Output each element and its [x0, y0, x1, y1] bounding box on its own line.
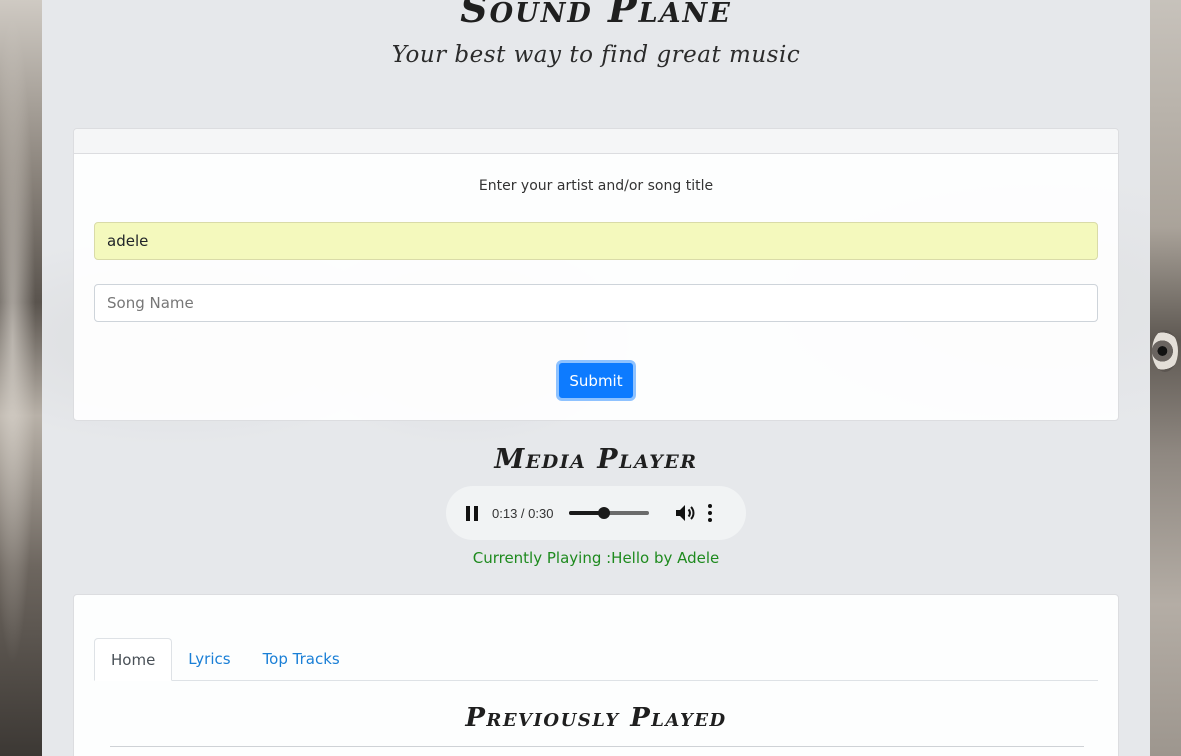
tab-lyrics[interactable]: Lyrics	[172, 638, 246, 680]
artist-input[interactable]: adele	[94, 222, 1098, 260]
search-card-header	[74, 129, 1118, 154]
audio-player[interactable]: 0:13 / 0:30	[446, 486, 746, 540]
search-prompt: Enter your artist and/or song title	[478, 178, 714, 194]
time-display: 0:13 / 0:30	[492, 505, 554, 521]
site-title: Sound Plane	[460, 0, 732, 31]
pause-icon[interactable]	[462, 503, 482, 523]
section-divider	[110, 746, 1084, 747]
media-player-title: Media Player	[494, 444, 698, 475]
volume-icon[interactable]	[673, 501, 697, 525]
seek-slider[interactable]	[569, 507, 650, 519]
background-eye	[1152, 330, 1178, 372]
seek-handle[interactable]	[598, 507, 611, 519]
song-name-placeholder: Song Name	[107, 294, 194, 312]
content-card: Home Lyrics Top Tracks Previously Played	[73, 594, 1119, 756]
artist-input-value: adele	[107, 232, 149, 250]
more-vertical-icon[interactable]	[707, 504, 713, 522]
main-container: Sound Plane Your best way to find great …	[42, 0, 1150, 756]
search-card: Enter your artist and/or song title adel…	[73, 128, 1119, 421]
background-photo-right	[1150, 0, 1181, 756]
submit-button[interactable]: Submit	[556, 360, 636, 401]
now-playing-text: Currently Playing :Hello by Adele	[472, 549, 720, 567]
song-name-input[interactable]: Song Name	[94, 284, 1098, 322]
tab-bar: Home Lyrics Top Tracks	[94, 638, 1098, 681]
background-photo-left	[0, 0, 42, 756]
tab-home[interactable]: Home	[94, 638, 173, 681]
previously-played-title: Previously Played	[465, 703, 727, 733]
site-subtitle: Your best way to find great music	[391, 42, 801, 68]
tab-top-tracks[interactable]: Top Tracks	[247, 638, 356, 680]
